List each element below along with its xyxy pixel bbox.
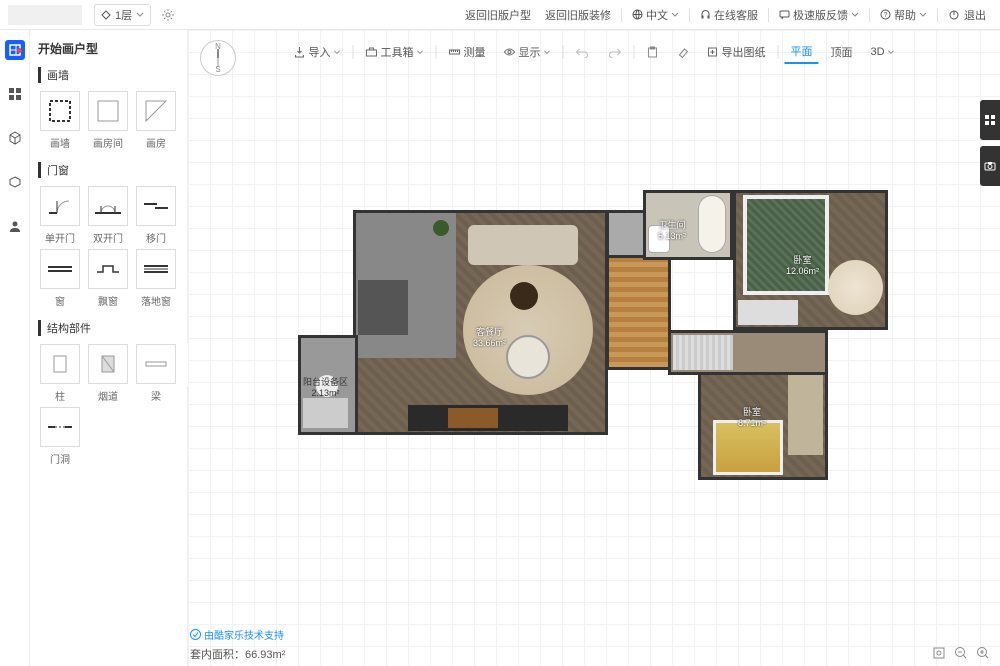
- export-button[interactable]: 导出图纸: [700, 41, 771, 63]
- right-tabs: [980, 100, 1000, 186]
- tool-slide-door[interactable]: 移门: [134, 186, 178, 245]
- top-bar: 1层 返回旧版户型 返回旧版装修 中文 在线客服 极速版反馈 ? 帮: [0, 0, 1000, 30]
- room-bedroom-name: 卧室: [786, 253, 819, 266]
- nav-profile[interactable]: [5, 216, 25, 236]
- tool-bay-window[interactable]: 飘窗: [86, 249, 130, 308]
- import-button[interactable]: 导入: [287, 41, 346, 63]
- room-bedroom2-area: 8.71m²: [738, 418, 766, 428]
- ruler-icon: [448, 46, 460, 58]
- section-door-window: 门窗: [38, 162, 179, 178]
- floorplan[interactable]: 客餐厅 33.66m² 卫生间 5.13m² 卧室 12.06m² 阳台设备区 …: [248, 180, 853, 500]
- nav-custom[interactable]: [5, 172, 25, 192]
- chevron-down-icon: [919, 11, 927, 19]
- language-selector[interactable]: 中文: [626, 7, 685, 23]
- tool-double-door[interactable]: 双开门: [86, 186, 130, 245]
- chevron-down-icon: [851, 11, 859, 19]
- measure-button[interactable]: 测量: [442, 41, 491, 63]
- floor-icon: [101, 10, 111, 20]
- tool-beam[interactable]: 梁: [134, 344, 178, 403]
- tool-opening[interactable]: 门洞: [38, 407, 82, 466]
- chevron-down-icon: [333, 49, 340, 56]
- room-bath-name: 卫生间: [658, 218, 686, 231]
- nav-floorplan[interactable]: [5, 40, 25, 60]
- room-balcony-name: 阳台设备区: [303, 375, 348, 388]
- tool-window[interactable]: 窗: [38, 249, 82, 308]
- globe-icon: [632, 9, 643, 20]
- section-structure: 结构部件: [38, 320, 179, 336]
- credit: 由酷家乐技术支持: [190, 627, 284, 642]
- section-wall: 画墙: [38, 67, 179, 83]
- chevron-down-icon: [136, 11, 144, 19]
- headset-icon: [700, 9, 711, 20]
- right-tab-grid[interactable]: [980, 100, 1000, 140]
- display-button[interactable]: 显示: [497, 41, 556, 63]
- right-tab-camera[interactable]: [980, 146, 1000, 186]
- zoom-controls: [932, 646, 990, 660]
- eye-icon: [503, 46, 515, 58]
- canvas[interactable]: 导入 工具箱 测量 显示 导出图纸 平面 顶面: [188, 30, 1000, 666]
- zoom-fit[interactable]: [932, 646, 946, 660]
- nav-materials[interactable]: [5, 84, 25, 104]
- tool-draw-free[interactable]: 画房: [134, 91, 178, 150]
- tool-floor-window[interactable]: 落地窗: [134, 249, 178, 308]
- separator: [869, 8, 870, 22]
- svg-text:?: ?: [884, 12, 888, 19]
- view-plan[interactable]: 平面: [784, 40, 818, 64]
- room-bedroom2-name: 卧室: [738, 405, 766, 418]
- comment-icon: [779, 9, 790, 20]
- view-3d[interactable]: 3D: [864, 43, 900, 61]
- separator: [937, 8, 938, 22]
- help-link[interactable]: ? 帮助: [874, 7, 933, 23]
- redo-button[interactable]: [601, 43, 627, 61]
- app-logo: [8, 5, 82, 25]
- area-info: 套内面积：66.93m²: [190, 646, 285, 662]
- help-icon: ?: [880, 9, 891, 20]
- tool-niche[interactable]: 烟道: [86, 344, 130, 403]
- chevron-down-icon: [671, 11, 679, 19]
- paste-button[interactable]: [640, 43, 664, 61]
- floor-selector[interactable]: 1层: [94, 4, 151, 26]
- separator: [768, 8, 769, 22]
- side-nav: [0, 30, 30, 666]
- exit-button[interactable]: 退出: [942, 7, 992, 23]
- feedback-link[interactable]: 极速版反馈: [773, 7, 865, 23]
- room-balcony-area: 2.13m²: [303, 388, 348, 398]
- import-icon: [293, 46, 305, 58]
- erase-button[interactable]: [670, 43, 694, 61]
- toolbox-button[interactable]: 工具箱: [359, 41, 429, 63]
- zoom-in[interactable]: [976, 646, 990, 660]
- room-bath-area: 5.13m²: [658, 231, 686, 241]
- settings-gear-icon[interactable]: [161, 8, 175, 22]
- compass[interactable]: [200, 40, 236, 76]
- tool-draw-wall[interactable]: 画墙: [38, 91, 82, 150]
- service-link[interactable]: 在线客服: [694, 7, 764, 23]
- panel-title: 开始画户型: [38, 40, 179, 57]
- check-icon: [190, 629, 201, 640]
- room-living-area: 33.66m²: [473, 338, 506, 348]
- toolbox-icon: [365, 46, 377, 58]
- room-living-name: 客餐厅: [473, 325, 506, 338]
- power-icon: [948, 9, 960, 21]
- tool-draw-room[interactable]: 画房间: [86, 91, 130, 150]
- separator: [621, 8, 622, 22]
- tool-single-door[interactable]: 单开门: [38, 186, 82, 245]
- chevron-down-icon: [888, 49, 895, 56]
- nav-models[interactable]: [5, 128, 25, 148]
- canvas-toolbar: 导入 工具箱 测量 显示 导出图纸 平面 顶面: [287, 40, 900, 64]
- tool-column[interactable]: 柱: [38, 344, 82, 403]
- chevron-down-icon: [416, 49, 423, 56]
- back-layout-link[interactable]: 返回旧版户型: [459, 7, 537, 23]
- zoom-out[interactable]: [954, 646, 968, 660]
- floor-label: 1层: [115, 7, 132, 23]
- separator: [689, 8, 690, 22]
- tool-panel: 开始画户型 画墙 画墙 画房间 画房 门窗 单开门: [30, 30, 188, 666]
- room-bedroom-area: 12.06m²: [786, 266, 819, 276]
- undo-button[interactable]: [569, 43, 595, 61]
- chevron-down-icon: [543, 49, 550, 56]
- export-icon: [706, 46, 718, 58]
- view-ceiling[interactable]: 顶面: [824, 41, 858, 63]
- back-decor-link[interactable]: 返回旧版装修: [539, 7, 617, 23]
